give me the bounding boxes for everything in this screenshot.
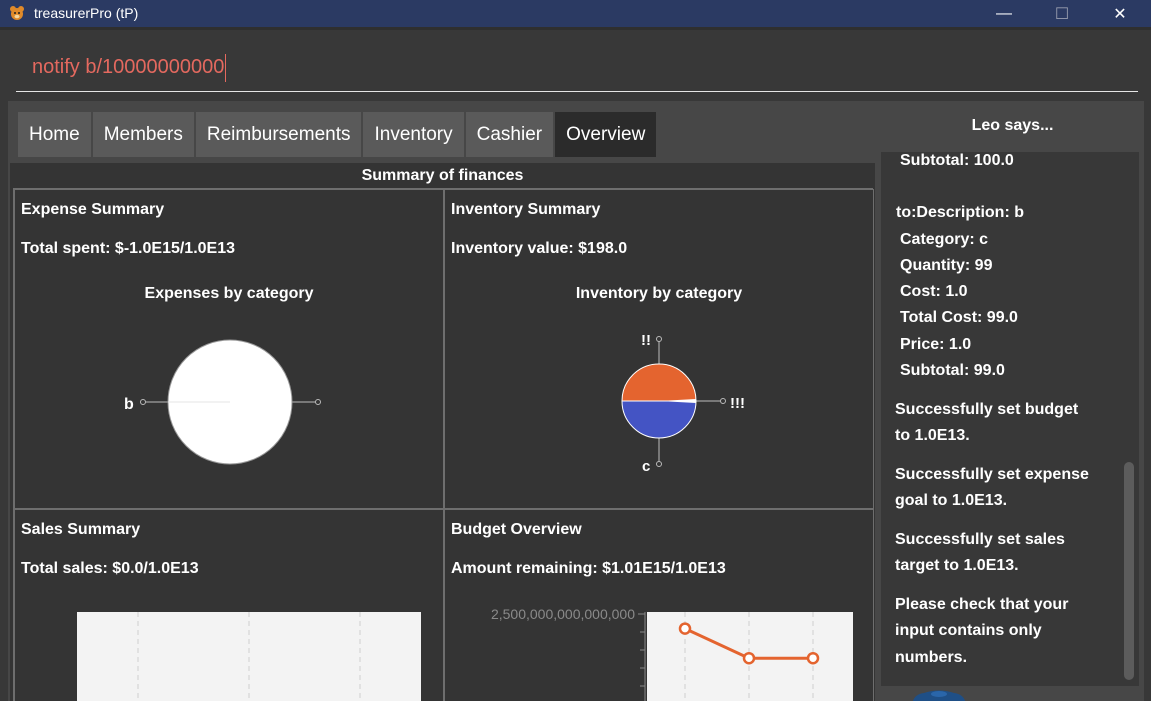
expense-label-dot [140,399,146,405]
minimize-button[interactable]: — [975,0,1033,27]
inventory-chart-title: Inventory by category [575,285,743,302]
log-line: input contains only [895,622,1042,639]
log-scrollbar-thumb[interactable] [1124,462,1134,680]
budget-data-point [678,622,692,635]
main-area: Home Members Reimbursements Inventory Ca… [8,101,1144,701]
inventory-value: Inventory value: $198.0 [451,240,628,257]
log-line: Successfully set sales [895,531,1065,548]
window-title: treasurerPro (tP) [34,5,139,21]
expense-summary-card: Expense Summary Total spent: $-1.0E15/1.… [14,189,444,509]
inventory-slice-double-bang [621,363,697,402]
inventory-label-top: !! [641,332,651,349]
tab-bar: Home Members Reimbursements Inventory Ca… [18,112,659,157]
log-line: target to 1.0E13. [895,557,1019,574]
budget-line-chart: 2,500,000,000,000,000 [491,606,853,701]
inventory-label-dot-top [656,336,662,342]
response-log[interactable]: Subtotal: 100.0 to:Description: b Catego… [881,152,1139,686]
inventory-label-bottom: c [642,458,650,475]
close-icon: ✕ [1113,5,1127,23]
command-text: notify b/10000000000 [32,56,225,78]
tab-members[interactable]: Members [92,112,196,157]
command-bar: notify b/10000000000 [0,27,1151,94]
budget-y-tick-label: 2,500,000,000,000,000 [491,606,635,622]
text-caret [225,53,227,82]
log-line: Subtotal: 99.0 [900,362,1005,379]
expense-chart-title: Expenses by category [144,285,314,302]
leo-panel: Leo says... Subtotal: 100.0 to:Descripti… [881,101,1144,701]
command-input[interactable]: notify b/10000000000 [16,52,1138,92]
log-line: goal to 1.0E13. [895,492,1008,509]
log-line: Please check that your [895,596,1069,613]
log-line: Successfully set expense [895,466,1089,483]
expense-slice-label: b [124,396,134,413]
tab-home[interactable]: Home [18,112,93,157]
log-line: Cost: 1.0 [900,283,968,300]
budget-remaining: Amount remaining: $1.01E15/1.0E13 [451,560,726,577]
summary-grid: Expense Summary Total spent: $-1.0E15/1.… [13,188,874,701]
inventory-summary-title: Inventory Summary [451,201,601,218]
budget-overview-card: Budget Overview Amount remaining: $1.01E… [444,509,874,701]
summary-title: Summary of finances [361,167,524,184]
budget-overview-title: Budget Overview [451,521,582,538]
inventory-label-dot-bottom [656,461,662,467]
tab-cashier[interactable]: Cashier [465,112,556,157]
maximize-button[interactable]: ☐ [1033,0,1091,27]
inventory-slice-c [621,400,697,439]
log-line: Subtotal: 100.0 [900,152,1014,169]
sales-total: Total sales: $0.0/1.0E13 [21,560,199,577]
log-line: Category: c [900,231,989,248]
log-line: numbers. [895,649,968,666]
minimize-icon: — [996,4,1012,22]
log-line: Quantity: 99 [900,257,993,274]
inventory-label-right: !!! [730,395,745,412]
log-line: to 1.0E13. [895,427,970,444]
overview-panel: Summary of finances Expense Summary Tota… [10,163,875,701]
log-line: Price: 1.0 [900,336,972,353]
close-button[interactable]: ✕ [1091,0,1149,27]
log-line: Successfully set budget [895,401,1079,418]
inventory-label-dot-right [720,398,726,404]
title-bar: treasurerPro (tP) — ☐ ✕ [0,0,1151,27]
inventory-pie-chart: !! !!! c [621,332,745,475]
bear-icon [10,6,24,20]
tab-overview[interactable]: Overview [555,112,659,157]
tab-reimbursements[interactable]: Reimbursements [195,112,364,157]
expense-summary-title: Expense Summary [21,201,165,218]
log-line: to:Description: b [896,204,1024,221]
maximize-icon: ☐ [1054,5,1070,23]
tab-inventory[interactable]: Inventory [363,112,466,157]
budget-data-point [806,651,820,665]
expense-label-dot-right [315,399,321,405]
mascot-image [912,690,966,701]
log-line: Total Cost: 99.0 [900,309,1018,326]
sales-summary-card: Sales Summary Total sales: $0.0/1.0E13 [14,509,444,701]
sales-summary-title: Sales Summary [21,521,141,538]
inventory-summary-card: Inventory Summary Inventory value: $198.… [444,189,874,509]
expense-total: Total spent: $-1.0E15/1.0E13 [21,240,236,257]
budget-data-point [742,651,756,665]
leo-panel-title: Leo says... [971,117,1054,134]
sales-chart [77,612,421,701]
expense-pie-chart: b [124,339,321,465]
